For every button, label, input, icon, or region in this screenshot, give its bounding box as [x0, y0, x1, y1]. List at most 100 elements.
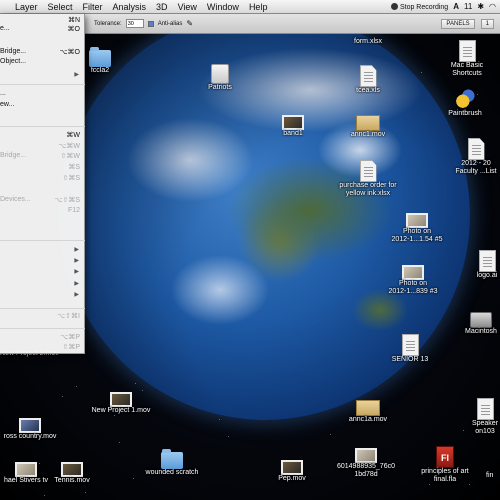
menu-view[interactable]: View	[173, 2, 202, 12]
menu-item-close[interactable]: ⌘W	[0, 131, 85, 140]
menu-item-automate[interactable]: ▶	[0, 280, 85, 289]
desktop-icon-patriots[interactable]: Patriots	[200, 64, 240, 92]
menu-select[interactable]: Select	[43, 2, 78, 12]
adobe-icon[interactable]: A	[453, 2, 459, 11]
submenu-arrow-icon: ▶	[74, 258, 79, 264]
star	[421, 72, 422, 73]
illustrator-file-icon	[478, 250, 496, 272]
desktop-icon-fccla2[interactable]: fccla2	[84, 47, 116, 75]
file-menu-dropdown: ⌘N e... ⌘O Bridge... ⌥⌘O Object... ▶ ... e…	[0, 14, 85, 354]
desktop-icon-cross-country[interactable]: ross country.mov	[0, 418, 60, 441]
star	[463, 430, 464, 431]
desktop-icon-senior-13[interactable]: SENIOR 13	[390, 334, 430, 364]
star	[133, 478, 134, 479]
document-icon	[401, 334, 419, 356]
options-bar: Tolerance: Anti-alias ✎ PANELS 1	[84, 14, 500, 34]
menu-item-place[interactable]: ▶	[0, 246, 85, 255]
menu-item-save-for-web-and-devices[interactable]: Devices... ⌥⇧⌘S	[0, 196, 85, 205]
desktop-icon-new-project-1[interactable]: New Project 1.mov	[86, 392, 156, 415]
star	[469, 484, 470, 485]
menu-separator	[0, 126, 85, 127]
menu-3d[interactable]: 3D	[151, 2, 173, 12]
star	[429, 484, 430, 485]
desktop-icon-speaker[interactable]: Speaker on103	[470, 398, 500, 436]
stop-recording-label: Stop Recording	[399, 3, 449, 11]
star	[219, 419, 220, 420]
video-thumbnail-icon	[15, 462, 37, 477]
photo-thumbnail-icon	[406, 213, 428, 228]
movie-file-icon	[356, 400, 380, 416]
anti-alias-checkbox[interactable]	[147, 20, 154, 27]
menu-item-save-as[interactable]: ⇧⌘S	[0, 174, 85, 183]
desktop-icon-6014988935[interactable]: 6014988935_76c0 1bd78d	[332, 448, 400, 479]
menu-item-print[interactable]: ⇧⌘P	[0, 343, 85, 352]
menu-item-share[interactable]: ...	[0, 90, 85, 99]
desktop-icon-principles-of-art[interactable]: Fl principles of art final.fla	[414, 446, 476, 484]
desktop-icon-logo[interactable]: logo.ai	[474, 250, 500, 280]
star	[85, 492, 86, 493]
menu-item-device-central[interactable]: ew...	[0, 101, 85, 110]
star	[330, 434, 331, 435]
panels-tab[interactable]: PANELS	[441, 18, 475, 29]
desktop-icon-wounded-scratch[interactable]: wounded scratch	[140, 449, 204, 477]
menu-item-open-recent[interactable]: ▶	[0, 71, 85, 80]
bluetooth-icon[interactable]: ✱	[477, 2, 484, 11]
menu-window[interactable]: Window	[202, 2, 244, 12]
menu-item-file-info[interactable]: ⌥⇧⌘I	[0, 312, 85, 321]
desktop-icon-photo-3[interactable]: Photo on 2012-1...839 #3	[380, 265, 446, 296]
menu-filter[interactable]: Filter	[78, 2, 108, 12]
desktop-icon-form[interactable]: form.xlsx	[350, 38, 386, 46]
desktop-icon-photo-5[interactable]: Photo on 2012-1...1.54 #5	[385, 213, 449, 244]
tolerance-label: Tolerance:	[94, 20, 122, 27]
menu-item-scripts[interactable]: ▶	[0, 291, 85, 300]
menu-item-import[interactable]: ▶	[0, 257, 85, 266]
desktop-icon-faculty-list[interactable]: 2012 - 20 Faculty ...List	[452, 138, 500, 176]
star	[114, 415, 115, 416]
desktop-icon-annc1a[interactable]: annc1a.mov	[345, 400, 391, 424]
desktop-icon-pep[interactable]: Pep.mov	[276, 460, 308, 483]
record-icon	[390, 2, 398, 10]
document-icon	[467, 138, 485, 160]
menu-item-save[interactable]: ⌘S	[0, 163, 85, 172]
desktop-icon-purchase-order[interactable]: purchase order for yellow ink.xlsx	[335, 160, 401, 198]
spreadsheet-icon	[359, 160, 377, 182]
menu-item-new[interactable]: ⌘N	[0, 16, 85, 25]
desktop-icon-tennis[interactable]: Tennis.mov	[52, 462, 92, 485]
flash-file-icon: Fl	[436, 446, 454, 468]
video-thumbnail-icon	[282, 115, 304, 130]
menu-help[interactable]: Help	[244, 2, 273, 12]
menu-item-revert[interactable]: F12	[0, 207, 85, 216]
desktop-icon-fin-partial[interactable]: fin	[486, 472, 500, 480]
extra-tab[interactable]: 1	[480, 18, 494, 29]
desktop-icon-stivers-tv[interactable]: hael Stivers tv	[0, 462, 52, 485]
menu-separator	[0, 84, 85, 85]
stop-recording-status[interactable]: Stop Recording	[390, 2, 449, 11]
folder-icon	[89, 47, 111, 67]
video-thumbnail-icon	[19, 418, 41, 433]
menu-layer[interactable]: Layer	[10, 2, 43, 12]
wifi-icon[interactable]: ◠	[489, 2, 496, 11]
desktop-icon-band1[interactable]: band1	[275, 115, 311, 138]
desktop-icon-tcea[interactable]: tcea.xls	[350, 65, 386, 95]
menu-item-open[interactable]: e... ⌘O	[0, 25, 85, 34]
menu-separator	[0, 328, 85, 329]
desktop-icon-paintbrush[interactable]: Paintbrush	[444, 88, 486, 118]
brush-tool-icon[interactable]: ✎	[186, 19, 193, 28]
tolerance-input[interactable]	[125, 19, 144, 28]
menu-item-open-as-smart-object[interactable]: Object...	[0, 58, 85, 67]
menu-item-close-all[interactable]: ⌥⌘W	[0, 142, 85, 151]
menu-separator	[0, 240, 85, 241]
star	[228, 436, 229, 437]
photo-thumbnail-icon	[402, 265, 424, 280]
menu-item-page-setup[interactable]: ⌥⌘P	[0, 333, 85, 342]
photo-thumbnail-icon	[355, 448, 377, 463]
desktop-icon-macintosh-hd[interactable]: Macintosh	[462, 312, 500, 336]
menu-item-export[interactable]: ▶	[0, 268, 85, 277]
desktop-icon-mac-basic-shortcuts[interactable]: Mac Basic Shortcuts	[446, 40, 488, 78]
star	[62, 396, 63, 397]
menu-item-check-in[interactable]	[0, 185, 85, 194]
menu-analysis[interactable]: Analysis	[108, 2, 152, 12]
menu-item-close-and-go-to-bridge[interactable]: Bridge... ⇧⌘W	[0, 152, 85, 161]
desktop-icon-annc1[interactable]: annc1.mov	[348, 115, 388, 139]
menu-item-browse-in-bridge[interactable]: Bridge... ⌥⌘O	[0, 48, 85, 57]
